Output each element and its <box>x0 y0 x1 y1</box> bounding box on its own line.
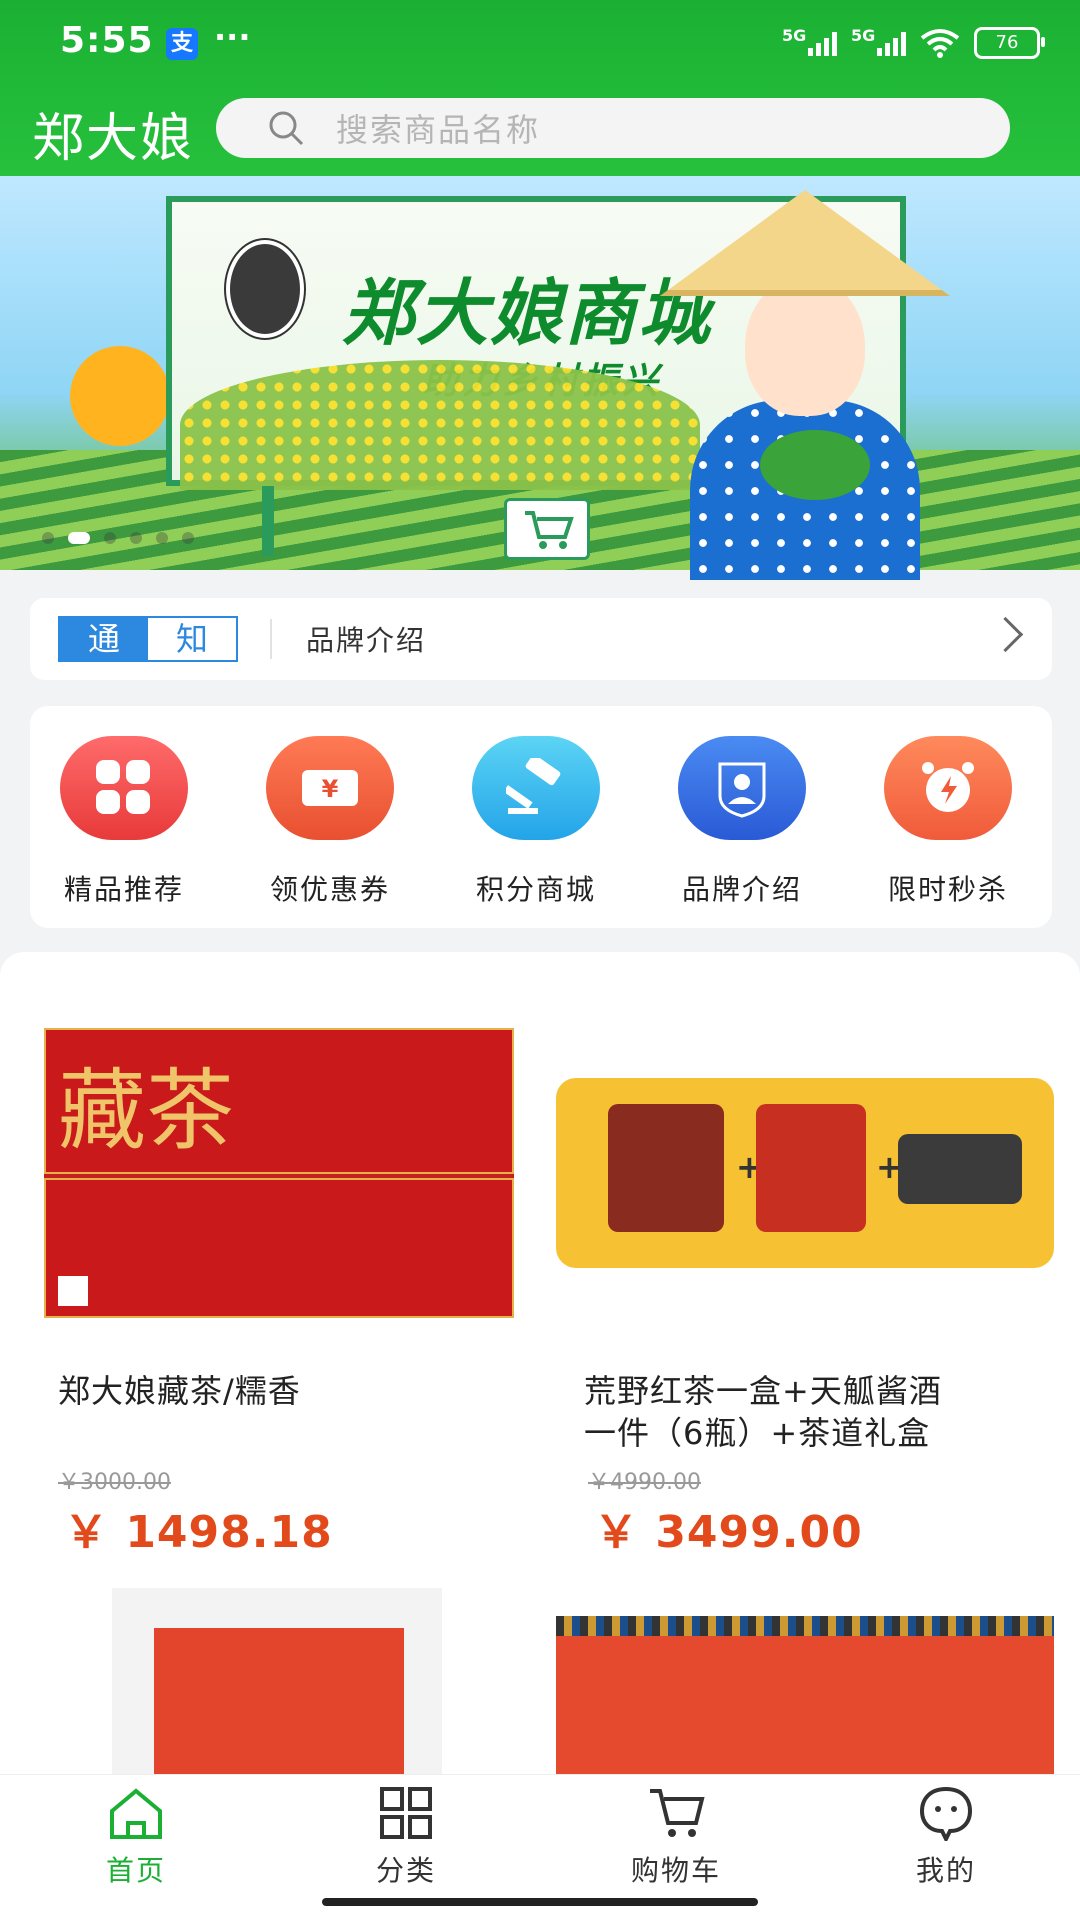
product-list: 藏茶 郑大娘藏茶/糯香 ￥3000.00 ￥ 1498.18 + + 荒野红茶一… <box>0 952 1080 1774</box>
flowers-illustration <box>180 360 700 490</box>
notice-tag: 通 知 <box>58 616 238 662</box>
category-flash-sale[interactable]: 限时秒杀 <box>858 736 1038 908</box>
brand-portrait-icon <box>678 736 806 840</box>
product-title[interactable]: 荒野红茶一盒+天觚酱酒 一件（6瓶）+茶道礼盒 <box>584 1370 942 1454</box>
cart-icon <box>650 1789 705 1837</box>
banner-headline: 郑大娘商城 <box>342 271 713 355</box>
original-price: ￥4990.00 <box>588 1470 701 1495</box>
search-input[interactable]: 搜索商品名称 <box>216 98 1010 158</box>
app-logo: 郑大娘 <box>32 109 195 169</box>
notice-text: 品牌介绍 <box>306 624 427 657</box>
banner-pagination <box>42 532 194 544</box>
alipay-icon: 支 <box>166 28 198 60</box>
sun-illustration <box>70 346 170 446</box>
tab-cart[interactable]: 购物车 <box>596 1785 756 1889</box>
pagination-dot <box>182 532 194 544</box>
category-featured[interactable]: 精品推荐 <box>34 736 214 908</box>
svg-text:¥: ¥ <box>322 775 339 803</box>
pagination-dot <box>156 532 168 544</box>
qr-code-icon <box>58 1276 88 1306</box>
category-grid: 精品推荐 ¥ 领优惠券 积分商城 品牌介绍 限时秒杀 <box>30 706 1052 928</box>
mascot-illustration <box>660 190 950 580</box>
search-icon <box>269 111 304 146</box>
app-header: 5:55 支 ··· 5G 5G 76 郑大娘 搜索商品名称 <box>0 0 1080 176</box>
tea-packets-illustration <box>756 1104 866 1232</box>
pagination-dot <box>42 532 54 544</box>
status-time: 5:55 <box>60 20 154 61</box>
signal-icon: 5G <box>782 26 837 56</box>
pagination-dot <box>130 532 142 544</box>
grid-icon <box>60 736 188 840</box>
battery-icon: 76 <box>974 27 1045 59</box>
pagination-dot-active <box>68 532 90 544</box>
home-icon <box>110 1788 162 1839</box>
cart-icon <box>504 498 590 560</box>
product-image[interactable]: 藏茶 <box>44 1028 514 1318</box>
product-image[interactable]: + + <box>556 1078 1054 1268</box>
billboard-post <box>262 486 274 556</box>
category-coupons[interactable]: ¥ 领优惠券 <box>240 736 420 908</box>
tab-profile[interactable]: 我的 <box>866 1785 1026 1889</box>
notice-bar[interactable]: 通 知 品牌介绍 <box>30 598 1052 680</box>
wifi-icon <box>920 29 960 58</box>
more-notifications-icon: ··· <box>214 18 251 56</box>
original-price: ￥3000.00 <box>58 1470 171 1495</box>
signal-icon: 5G <box>851 26 906 56</box>
category-points-mall[interactable]: 积分商城 <box>446 736 626 908</box>
category-icon <box>380 1787 432 1839</box>
search-placeholder: 搜索商品名称 <box>336 111 541 149</box>
coupon-icon: ¥ <box>266 736 394 840</box>
product-title[interactable]: 郑大娘藏茶/糯香 <box>58 1370 301 1412</box>
hammer-icon <box>472 736 600 840</box>
brand-portrait-icon <box>226 240 304 338</box>
divider <box>270 619 272 659</box>
product-image[interactable] <box>112 1588 442 1774</box>
chevron-right-icon <box>987 616 1024 653</box>
profile-icon <box>919 1786 973 1844</box>
home-indicator[interactable] <box>322 1898 758 1906</box>
alarm-clock-icon <box>884 736 1012 840</box>
liquor-box-illustration <box>608 1104 724 1232</box>
product-price: ￥ 1498.18 <box>64 1507 333 1558</box>
tab-category[interactable]: 分类 <box>326 1785 486 1889</box>
tab-home[interactable]: 首页 <box>56 1785 216 1889</box>
status-indicators: 5G 5G 76 <box>782 26 1045 60</box>
status-bar: 5:55 支 ··· 5G 5G 76 <box>0 0 1080 88</box>
pagination-dot <box>104 532 116 544</box>
product-image[interactable] <box>556 1616 1054 1774</box>
product-price: ￥ 3499.00 <box>594 1507 863 1558</box>
category-brand-intro[interactable]: 品牌介绍 <box>652 736 832 908</box>
tea-set-illustration <box>898 1134 1022 1204</box>
